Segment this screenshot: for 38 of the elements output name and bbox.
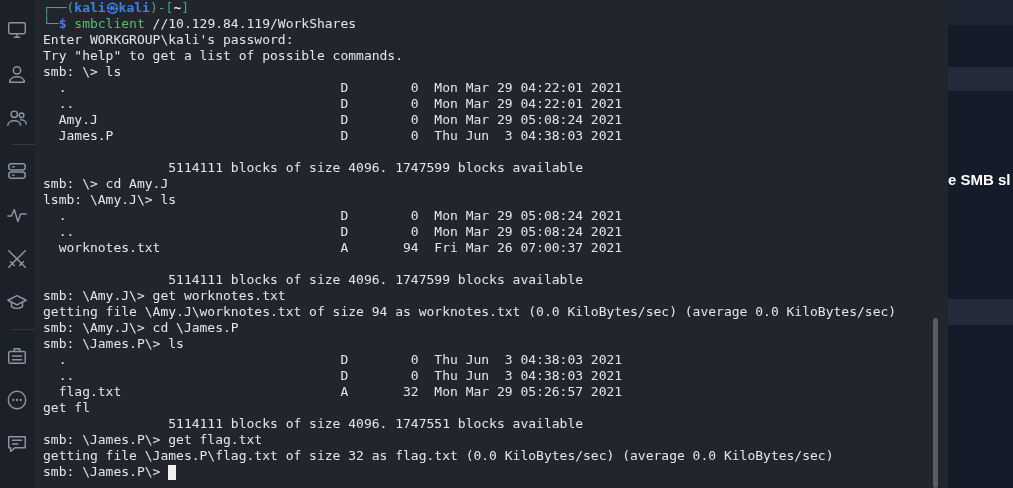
terminal-line: .. D 0 Thu Jun 3 04:38:03 2021: [57, 368, 623, 384]
terminal-line: smb: \James.P\> get flag.txt: [43, 432, 263, 448]
dots-icon[interactable]: [6, 389, 28, 411]
terminal-line: smb: \> cd Amy.J: [43, 176, 169, 192]
terminal-line: Amy.J D 0 Mon Mar 29 05:08:24 2021: [57, 112, 623, 128]
monitor-icon[interactable]: [6, 19, 28, 41]
terminal-line: smb: \James.P\>: [43, 464, 162, 480]
terminal-line: smb: \James.P\> ls: [43, 336, 184, 352]
terminal-line: └─$ smbclient //10.129.84.119/WorkShares: [43, 16, 357, 32]
terminal-line: ┌──(kali㉿kali)-[~]: [43, 0, 190, 16]
terminal-line: Enter WORKGROUP\kali's password:: [43, 32, 294, 48]
terminal-line: 5114111 blocks of size 4096. 1747551 blocks available: [167, 416, 584, 432]
terminal-line: smb: \> ls: [43, 64, 122, 80]
scrollbar[interactable]: [933, 318, 938, 488]
terminal-line: smb: \Amy.J\> get worknotes.txt: [43, 288, 286, 304]
terminal-line: getting file \Amy.J\worknotes.txt of size 94 as worknotes.txt (0.0 KiloBytes/sec) (average 0.0 KiloBytes/sec): [43, 304, 897, 320]
terminal-line: flag.txt A 32 Mon Mar 29 05:26:57 2021: [57, 384, 623, 400]
terminal-line: get fl: [43, 400, 90, 416]
terminal-line: 5114111 blocks of size 4096. 1747599 blocks available: [167, 272, 584, 288]
briefcase-icon[interactable]: [6, 345, 28, 367]
swords-icon[interactable]: [6, 248, 28, 270]
terminal-line: getting file \James.P\flag.txt of size 32 as flag.txt (0.0 KiloBytes/sec) (average 0.0 KiloBytes/sec): [43, 448, 834, 464]
terminal-line: . D 0 Mon Mar 29 04:22:01 2021: [57, 80, 623, 96]
terminal-line: worknotes.txt A 94 Fri Mar 26 07:00:37 2021: [57, 240, 623, 256]
terminal-line: .. D 0 Mon Mar 29 05:08:24 2021: [57, 224, 623, 240]
question-text: e SMB sl: [948, 171, 1011, 188]
user-icon[interactable]: [6, 63, 28, 85]
terminal-line: smb: \Amy.J\> cd \James.P: [43, 320, 239, 336]
terminal-line: . D 0 Mon Mar 29 05:08:24 2021: [57, 208, 623, 224]
users-icon[interactable]: [6, 107, 28, 129]
terminal-line: .. D 0 Mon Mar 29 04:22:01 2021: [57, 96, 623, 112]
chat-icon[interactable]: [6, 433, 28, 455]
server-icon[interactable]: [6, 160, 28, 182]
terminal-line: 5114111 blocks of size 4096. 1747599 blocks available: [167, 160, 584, 176]
terminal-line: James.P D 0 Thu Jun 3 04:38:03 2021: [57, 128, 623, 144]
terminal-line: lsmb: \Amy.J\> ls: [43, 192, 177, 208]
terminal-line: Try "help" to get a list of possible commands.: [43, 48, 404, 64]
terminal-line: . D 0 Thu Jun 3 04:38:03 2021: [57, 352, 623, 368]
